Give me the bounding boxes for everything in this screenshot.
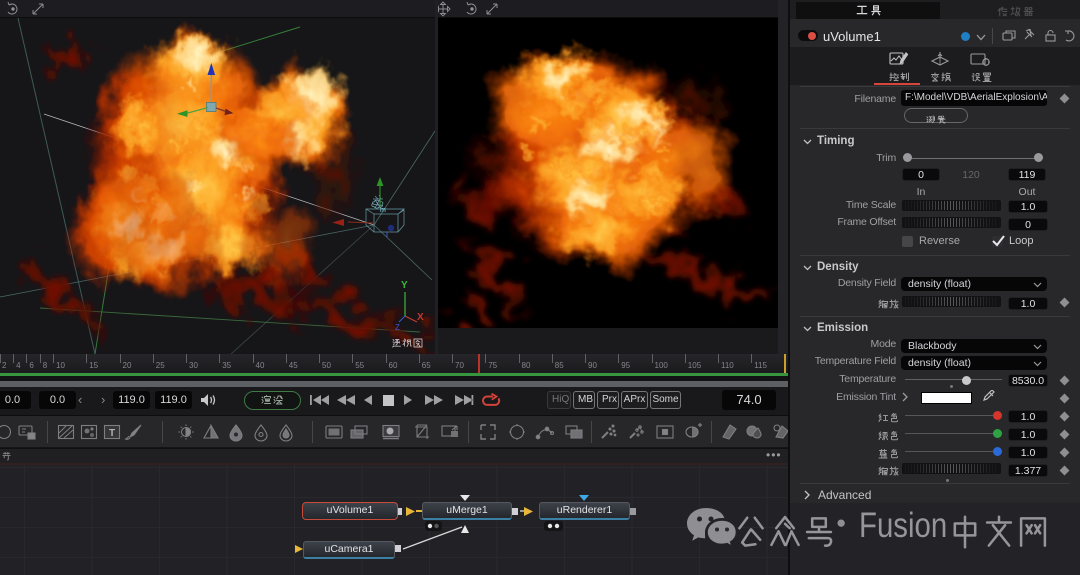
svg-text:m: m: [380, 207, 386, 214]
svg-text:Y: Y: [401, 280, 408, 291]
svg-text:Z: Z: [395, 323, 400, 331]
svg-text:T: T: [109, 428, 115, 439]
svg-text:X: X: [417, 312, 424, 323]
